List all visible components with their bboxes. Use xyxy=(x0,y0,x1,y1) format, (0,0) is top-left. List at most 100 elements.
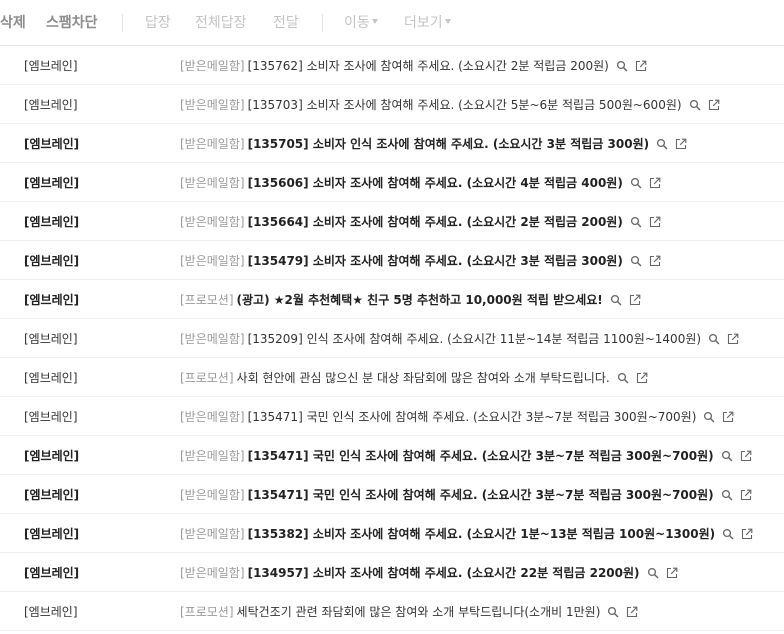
mail-sender: [엠브레인] xyxy=(24,605,78,619)
mail-subject[interactable]: [받은메일함] [135762] 소비자 조사에 참여해 주세요. (소요시간 … xyxy=(180,58,647,74)
mailbox-tag: [받은메일함] xyxy=(180,449,245,463)
open-new-window-icon[interactable] xyxy=(649,255,661,267)
search-icon[interactable] xyxy=(656,138,668,150)
mail-subject[interactable]: [받은메일함] [135479] 소비자 조사에 참여해 주세요. (소요시간 … xyxy=(180,253,661,269)
mail-row[interactable]: [엠브레인] [받은메일함] [135471] 국민 인식 조사에 참여해 주세… xyxy=(0,436,784,475)
mail-row[interactable]: [엠브레인] [받은메일함] [135479] 소비자 조사에 참여해 주세요.… xyxy=(0,241,784,280)
more-dropdown[interactable]: 더보기 xyxy=(404,14,451,32)
mail-sender: [엠브레인] xyxy=(24,137,80,151)
open-new-window-icon[interactable] xyxy=(649,216,661,228)
search-icon[interactable] xyxy=(703,411,715,423)
reply-all-button[interactable]: 전체답장 xyxy=(195,14,247,32)
move-dropdown[interactable]: 이동 xyxy=(344,14,378,32)
spam-block-button[interactable]: 스팸차단 xyxy=(46,14,98,32)
mail-subject[interactable]: [받은메일함] [134957] 소비자 조사에 참여해 주세요. (소요시간 … xyxy=(180,565,678,581)
mail-row[interactable]: [엠브레인] [받은메일함] [135209] 인식 조사에 참여해 주세요. … xyxy=(0,319,784,358)
mail-subject-text: [135471] 국민 인식 조사에 참여해 주세요. (소요시간 3분~7분 … xyxy=(247,488,714,502)
mail-row[interactable]: [엠브레인] [받은메일함] [135703] 소비자 조사에 참여해 주세요.… xyxy=(0,85,784,124)
mail-list-page: 삭제 스팸차단 답장 전체답장 전달 이동 더보기 [엠브레인] [받은메일함]… xyxy=(0,0,784,634)
move-label: 이동 xyxy=(344,15,370,31)
mail-subject[interactable]: [받은메일함] [135471] 국민 인식 조사에 참여해 주세요. (소요시… xyxy=(180,448,752,464)
forward-button[interactable]: 전달 xyxy=(273,14,299,32)
search-icon[interactable] xyxy=(630,255,642,267)
mail-sender: [엠브레인] xyxy=(24,59,78,73)
delete-button[interactable]: 삭제 xyxy=(0,14,26,32)
search-icon[interactable] xyxy=(721,489,733,501)
open-new-window-icon[interactable] xyxy=(636,372,648,384)
search-icon[interactable] xyxy=(610,294,622,306)
open-new-window-icon[interactable] xyxy=(626,606,638,618)
search-icon[interactable] xyxy=(721,450,733,462)
mail-sender: [엠브레인] xyxy=(24,98,78,112)
reply-button[interactable]: 답장 xyxy=(145,14,171,32)
mail-subject-text: [135382] 소비자 조사에 참여해 주세요. (소요시간 1분~13분 적… xyxy=(247,527,716,541)
mail-sender: [엠브레인] xyxy=(24,410,78,424)
mail-subject-text: (광고) ★2월 추천혜택★ 친구 5명 추천하고 10,000원 적립 받으세… xyxy=(236,293,603,307)
open-new-window-icon[interactable] xyxy=(629,294,641,306)
open-new-window-icon[interactable] xyxy=(649,177,661,189)
toolbar-divider xyxy=(122,14,123,32)
open-new-window-icon[interactable] xyxy=(740,450,752,462)
mail-row[interactable]: [엠브레인] [받은메일함] [135664] 소비자 조사에 참여해 주세요.… xyxy=(0,202,784,241)
search-icon[interactable] xyxy=(708,333,720,345)
mail-subject[interactable]: [프로모션] 사회 현안에 관심 많으신 분 대상 좌담회에 많은 참여와 소개… xyxy=(180,370,648,386)
open-new-window-icon[interactable] xyxy=(741,528,753,540)
mail-sender: [엠브레인] xyxy=(24,566,80,580)
mail-row[interactable]: [엠브레인] [받은메일함] [135606] 소비자 조사에 참여해 주세요.… xyxy=(0,163,784,202)
mail-subject-text: [135705] 소비자 인식 조사에 참여해 주세요. (소요시간 3분 적립… xyxy=(247,137,650,151)
mail-subject[interactable]: [받은메일함] [135705] 소비자 인식 조사에 참여해 주세요. (소요… xyxy=(180,136,687,152)
mail-subject-text: 사회 현안에 관심 많으신 분 대상 좌담회에 많은 참여와 소개 부탁드립니다… xyxy=(236,371,610,385)
open-new-window-icon[interactable] xyxy=(675,138,687,150)
open-new-window-icon[interactable] xyxy=(708,99,720,111)
open-new-window-icon[interactable] xyxy=(635,60,647,72)
mail-subject[interactable]: [받은메일함] [135664] 소비자 조사에 참여해 주세요. (소요시간 … xyxy=(180,214,661,230)
mail-subject[interactable]: [받은메일함] [135471] 국민 인식 조사에 참여해 주세요. (소요시… xyxy=(180,487,752,503)
search-icon[interactable] xyxy=(647,567,659,579)
search-icon[interactable] xyxy=(607,606,619,618)
mailbox-tag: [받은메일함] xyxy=(180,176,245,190)
search-icon[interactable] xyxy=(630,177,642,189)
more-label: 더보기 xyxy=(404,15,443,31)
mail-row[interactable]: [엠브레인] [받은메일함] [135382] 소비자 조사에 참여해 주세요.… xyxy=(0,514,784,553)
mail-row[interactable]: [엠브레인] [받은메일함] [134957] 소비자 조사에 참여해 주세요.… xyxy=(0,553,784,592)
toolbar-divider xyxy=(322,14,323,32)
caret-down-icon xyxy=(371,19,378,24)
mail-row[interactable]: [엠브레인] [받은메일함] [135471] 국민 인식 조사에 참여해 주세… xyxy=(0,475,784,514)
mail-row[interactable]: [엠브레인] [받은메일함] [135762] 소비자 조사에 참여해 주세요.… xyxy=(0,46,784,85)
mail-subject-text: [135471] 국민 인식 조사에 참여해 주세요. (소요시간 3분~7분 … xyxy=(247,449,714,463)
mail-subject[interactable]: [받은메일함] [135471] 국민 인식 조사에 참여해 주세요. (소요시… xyxy=(180,409,734,425)
mail-subject-text: [135703] 소비자 조사에 참여해 주세요. (소요시간 5분~6분 적립… xyxy=(247,98,682,112)
search-icon[interactable] xyxy=(616,60,628,72)
mail-sender: [엠브레인] xyxy=(24,293,80,307)
open-new-window-icon[interactable] xyxy=(727,333,739,345)
mail-subject[interactable]: [받은메일함] [135606] 소비자 조사에 참여해 주세요. (소요시간 … xyxy=(180,175,661,191)
mail-row[interactable]: [엠브레인] [프로모션] (광고) ★2월 추천혜택★ 친구 5명 추천하고 … xyxy=(0,280,784,319)
caret-down-icon xyxy=(444,19,451,24)
open-new-window-icon[interactable] xyxy=(666,567,678,579)
mail-subject[interactable]: [받은메일함] [135703] 소비자 조사에 참여해 주세요. (소요시간 … xyxy=(180,97,720,113)
mail-subject-text: [135471] 국민 인식 조사에 참여해 주세요. (소요시간 3분~7분 … xyxy=(247,410,697,424)
search-icon[interactable] xyxy=(689,99,701,111)
search-icon[interactable] xyxy=(617,372,629,384)
mail-subject-text: [135209] 인식 조사에 참여해 주세요. (소요시간 11분~14분 적… xyxy=(247,332,702,346)
mail-subject[interactable]: [프로모션] (광고) ★2월 추천혜택★ 친구 5명 추천하고 10,000원… xyxy=(180,292,641,308)
mail-row[interactable]: [엠브레인] [받은메일함] [135471] 국민 인식 조사에 참여해 주세… xyxy=(0,397,784,436)
mailbox-tag: [받은메일함] xyxy=(180,215,245,229)
mailbox-tag: [받은메일함] xyxy=(180,59,245,73)
open-new-window-icon[interactable] xyxy=(740,489,752,501)
mail-subject-text: [135762] 소비자 조사에 참여해 주세요. (소요시간 2분 적립금 2… xyxy=(247,59,609,73)
mail-row[interactable]: [엠브레인] [프로모션] 사회 현안에 관심 많으신 분 대상 좌담회에 많은… xyxy=(0,358,784,397)
mail-subject[interactable]: [받은메일함] [135382] 소비자 조사에 참여해 주세요. (소요시간 … xyxy=(180,526,753,542)
open-new-window-icon[interactable] xyxy=(722,411,734,423)
mailbox-tag: [받은메일함] xyxy=(180,527,245,541)
mail-subject[interactable]: [프로모션] 세탁건조기 관련 좌담회에 많은 참여와 소개 부탁드립니다(소개… xyxy=(180,604,638,620)
search-icon[interactable] xyxy=(630,216,642,228)
mail-sender: [엠브레인] xyxy=(24,215,80,229)
mailbox-tag: [받은메일함] xyxy=(180,98,245,112)
mailbox-tag: [받은메일함] xyxy=(180,137,245,151)
mail-subject[interactable]: [받은메일함] [135209] 인식 조사에 참여해 주세요. (소요시간 1… xyxy=(180,331,739,347)
mail-subject-text: 세탁건조기 관련 좌담회에 많은 참여와 소개 부탁드립니다(소개비 1만원) xyxy=(236,605,601,619)
search-icon[interactable] xyxy=(722,528,734,540)
mail-row[interactable]: [엠브레인] [프로모션] 세탁건조기 관련 좌담회에 많은 참여와 소개 부탁… xyxy=(0,592,784,631)
mail-row[interactable]: [엠브레인] [받은메일함] [135705] 소비자 인식 조사에 참여해 주… xyxy=(0,124,784,163)
